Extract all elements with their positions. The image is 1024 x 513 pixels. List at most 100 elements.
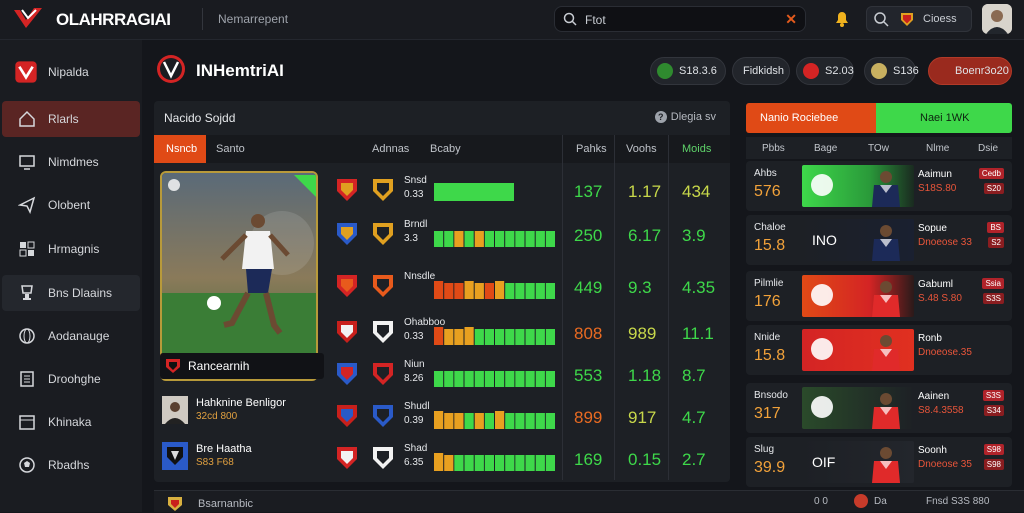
- avatar[interactable]: [982, 4, 1012, 34]
- sidebar-item-droohghe[interactable]: Droohghe: [2, 361, 140, 397]
- column-header[interactable]: Moids: [682, 143, 711, 155]
- sidebar-item-khinaka[interactable]: Khinaka: [2, 404, 140, 440]
- clear-search-icon[interactable]: ✕: [785, 11, 797, 28]
- card-player-value: S8.4.3558: [918, 405, 964, 416]
- sidebar-item-olobent[interactable]: Olobent: [2, 187, 140, 223]
- row-team-name: Snsd: [404, 175, 427, 186]
- top-nav-link[interactable]: Nemarrepent: [218, 12, 288, 26]
- row-team-name: Niun: [404, 359, 425, 370]
- stat-value: 1.18: [628, 366, 662, 385]
- sidebar-item-rlarls[interactable]: Rlarls: [2, 101, 140, 137]
- help-icon: ?: [654, 111, 667, 123]
- row-odds: 6.35: [404, 457, 424, 468]
- form-bars: [434, 453, 555, 471]
- column-header[interactable]: Bage: [814, 143, 837, 154]
- card-player-value: S.48 S.80: [918, 293, 962, 304]
- user-menu-label: Cioess: [923, 13, 957, 25]
- status-badge: BS: [987, 222, 1004, 233]
- table-row[interactable]: Shudl 0.39 899 917 4.7: [330, 397, 730, 437]
- right-tab-bar: Nanio Rociebee Naei 1WK: [746, 103, 1012, 133]
- card-image-text: INO: [812, 232, 837, 248]
- pill-label: S18.3.6: [679, 65, 717, 77]
- column-header[interactable]: Voohs: [626, 143, 657, 155]
- form-bars: [434, 327, 555, 345]
- sidebar-item-label: Rlarls: [48, 112, 79, 126]
- match-card[interactable]: Chaloe 15.8 INO Sopue Dnoeose 33 BS S2: [746, 215, 1012, 265]
- match-card[interactable]: Nnide 15.8 Ronb Dnoeose.35: [746, 325, 1012, 375]
- sidebar-item-aodanauge[interactable]: Aodanauge: [2, 318, 140, 354]
- page-title: INHemtriAI: [196, 61, 284, 80]
- table-row[interactable]: Brndl 3.3 250 6.17 3.9: [330, 215, 730, 255]
- footer-stat: Da: [874, 496, 887, 507]
- card-player-name: Gabuml: [918, 279, 954, 290]
- status-dot-icon: [854, 494, 868, 508]
- featured-player-card[interactable]: [160, 171, 318, 381]
- search-icon[interactable]: [873, 11, 889, 27]
- column-header[interactable]: Dsie: [978, 143, 998, 154]
- column-header[interactable]: Pbbs: [762, 143, 785, 154]
- table-row[interactable]: Ohabboo 0.33 808 989 11.1: [330, 313, 730, 353]
- list-item[interactable]: Hahknine Benligor 32cd 800: [160, 393, 324, 427]
- home-team-badge-icon: [337, 179, 357, 201]
- search-box[interactable]: Ftot ✕: [554, 6, 806, 32]
- column-header[interactable]: Nlme: [926, 143, 949, 154]
- match-card[interactable]: Ahbs 576 Aaimun S18S.80 Cedb S20: [746, 161, 1012, 211]
- column-header[interactable]: Adnnas: [372, 143, 409, 155]
- stat-pill[interactable]: S2.03: [796, 57, 854, 85]
- away-team-badge-icon: [373, 363, 393, 385]
- stat-value: 137: [574, 182, 603, 201]
- player-avatar-icon: [162, 396, 188, 424]
- team-badge-icon: [901, 13, 913, 26]
- monitor-icon: [19, 155, 35, 170]
- search-input[interactable]: Ftot: [585, 13, 606, 27]
- sidebar-item-rbadhs[interactable]: Rbadhs: [2, 447, 140, 483]
- table-row[interactable]: Snsd 0.33 137 1.17 434: [330, 171, 730, 211]
- player-photo: [162, 173, 316, 379]
- league-logo-icon: [157, 55, 185, 83]
- stat-value: 0.15: [628, 450, 662, 469]
- card-player-value: Dnoeose 35: [918, 459, 972, 470]
- card-player-name: Sopue: [918, 223, 947, 234]
- display-toggle[interactable]: ? Dlegia sv: [654, 111, 716, 123]
- card-player-name: Aainen: [918, 391, 950, 402]
- match-card[interactable]: Bnsodo 317 Aainen S8.4.3558 S3S S34: [746, 383, 1012, 433]
- player-photo: [811, 393, 900, 429]
- table-row[interactable]: Nnsdle 449 9.3 4.35: [330, 267, 730, 307]
- sidebar-item-nimdmes[interactable]: Nimdmes: [2, 144, 140, 180]
- footer-stat: 0 0: [814, 496, 828, 507]
- list-item-name: Bre Haatha: [196, 443, 252, 455]
- brand-logo-icon[interactable]: [12, 6, 46, 32]
- tab-santo[interactable]: Santo: [216, 135, 266, 163]
- sidebar-item-bns-dlaains[interactable]: Bns Dlaains: [2, 275, 140, 311]
- card-player-image: OIF: [802, 441, 914, 483]
- tab-nsncb[interactable]: Nsncb: [154, 135, 206, 163]
- sidebar-item-label: Rbadhs: [48, 458, 90, 472]
- away-team-badge-icon: [373, 447, 393, 469]
- list-item[interactable]: Bre Haatha S83 F68: [160, 439, 324, 473]
- status-badge: S3S: [982, 293, 1004, 304]
- bell-icon[interactable]: [832, 8, 852, 28]
- column-header[interactable]: Pahks: [576, 143, 607, 155]
- stat-value: 1.17: [628, 182, 662, 201]
- user-menu[interactable]: Cioess: [866, 6, 972, 32]
- featured-player-label: Rancearnih: [160, 353, 324, 379]
- stat-value: 6.17: [628, 226, 662, 245]
- sidebar-item-hrmagnis[interactable]: Hrmagnis: [2, 231, 140, 267]
- stat-value: 250: [574, 226, 603, 245]
- stat-pill[interactable]: S136: [864, 57, 919, 85]
- stat-pill-highlight[interactable]: Boenr3o20: [928, 57, 1012, 85]
- stat-pill[interactable]: S18.3.6: [650, 57, 726, 85]
- match-card[interactable]: Pilmlie 176 Gabuml S.48 S.80 Ssia S3S: [746, 271, 1012, 321]
- tab-label: Nanio Rociebee: [760, 112, 839, 124]
- card-value: 317: [754, 405, 781, 422]
- match-card[interactable]: Slug 39.9 OIF Soonh Dnoeose 35 S98 S98: [746, 437, 1012, 487]
- column-header[interactable]: Bcaby: [430, 143, 461, 155]
- table-row[interactable]: Shad 6.35 169 0.15 2.7: [330, 439, 730, 479]
- stat-pill[interactable]: Fidkidsh: [732, 57, 790, 85]
- team-badge-icon: [871, 63, 887, 79]
- column-header[interactable]: TOw: [868, 143, 889, 154]
- card-player-value: Dnoeose 33: [918, 237, 972, 248]
- sidebar-item-nipalda[interactable]: Nipalda: [2, 54, 140, 90]
- table-row[interactable]: Niun 8.26 553 1.18 8.7: [330, 355, 730, 395]
- stat-value: 899: [574, 408, 603, 427]
